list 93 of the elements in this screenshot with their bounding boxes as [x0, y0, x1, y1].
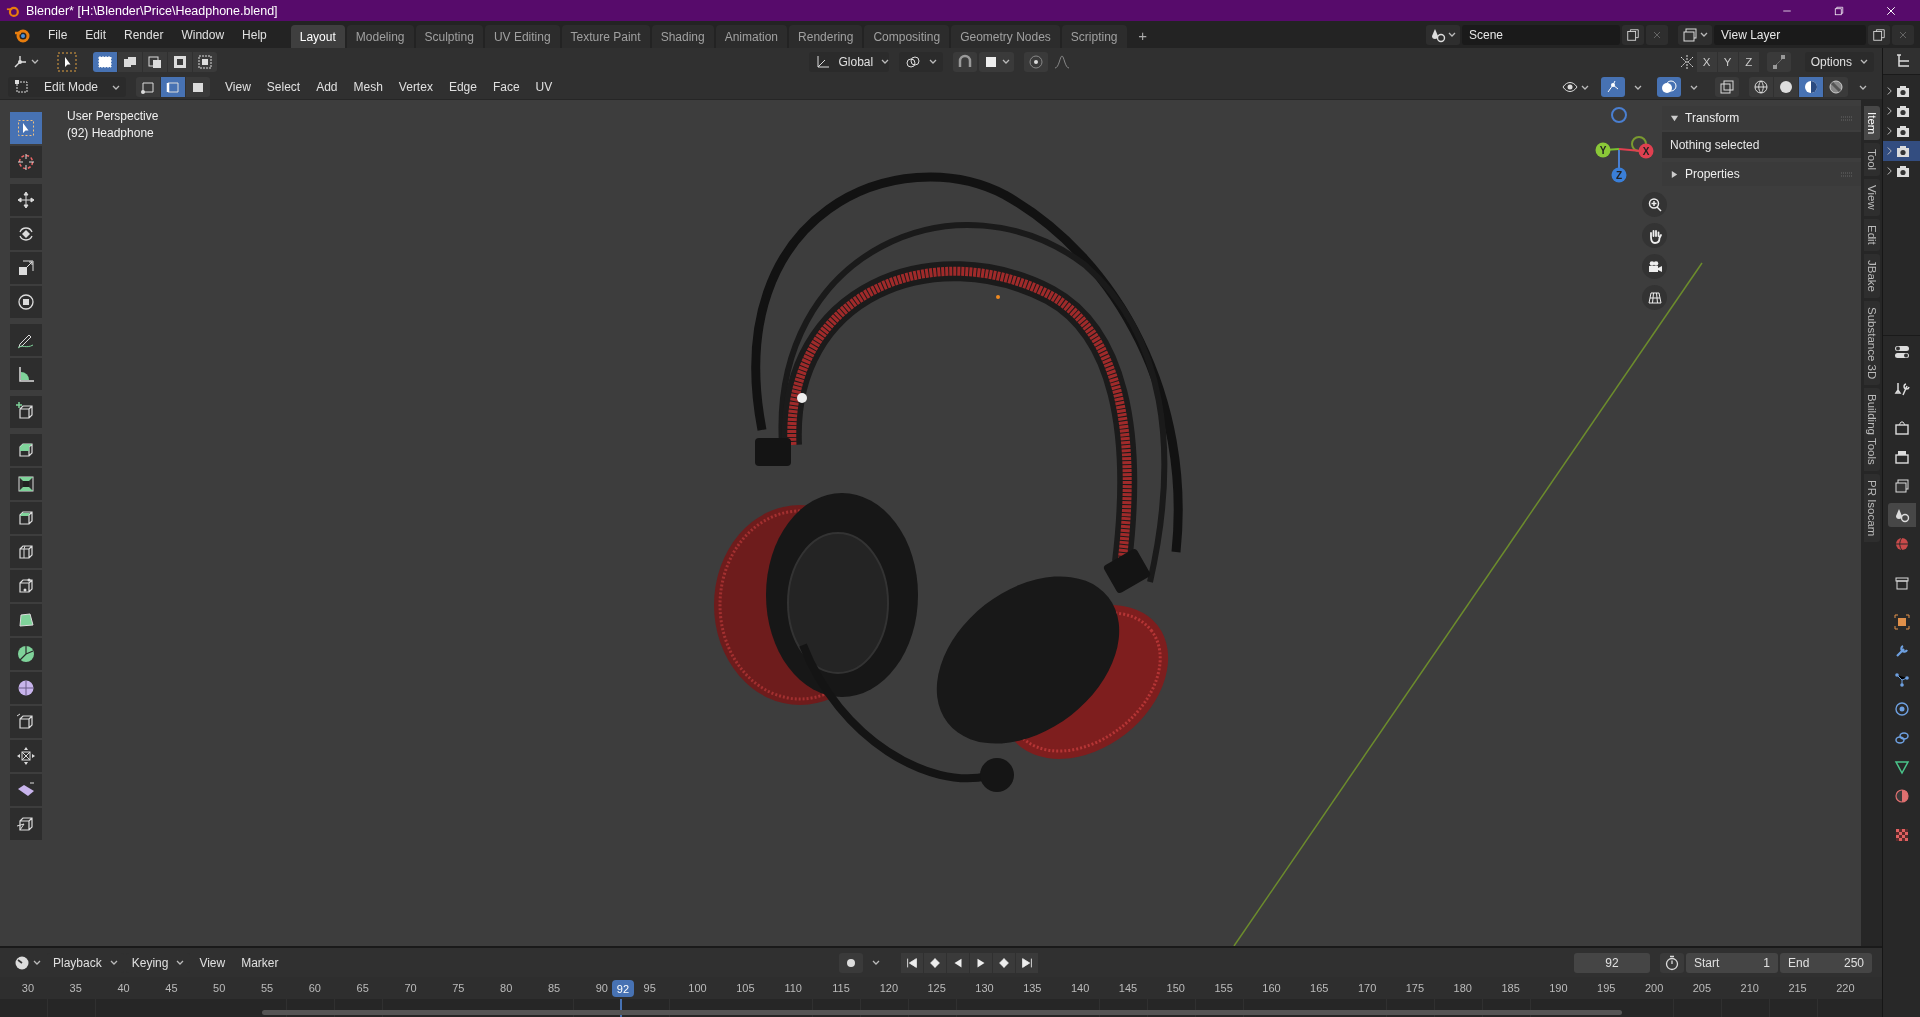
window-title: Blender* [H:\Blender\Price\Headphone.blend] — [26, 3, 278, 18]
frame-number: 135 — [1023, 982, 1042, 994]
frame-number: 215 — [1788, 982, 1807, 994]
mirror-axis-toggle[interactable]: Z — [1738, 51, 1759, 72]
sidebar-tab[interactable]: View — [1863, 179, 1880, 217]
menu-item[interactable]: UV — [528, 77, 560, 97]
frame-number: 145 — [1118, 982, 1138, 994]
frame-number: 165 — [1310, 982, 1329, 994]
sidebar-tab[interactable]: Item — [1863, 106, 1880, 141]
frame-number: 140 — [1070, 982, 1090, 994]
frame-number: 205 — [1692, 982, 1712, 994]
frame-number: 115 — [832, 982, 850, 994]
workspace-tab[interactable]: Animation — [715, 25, 788, 48]
current-frame-field[interactable]: 92 — [1574, 952, 1650, 973]
frame-number: 130 — [975, 982, 994, 994]
frame-number: 190 — [1549, 982, 1568, 994]
scene-field[interactable]: Scene — [1462, 24, 1620, 45]
workspace-tab[interactable]: Compositing — [864, 25, 950, 48]
frame-number: 95 — [643, 982, 656, 994]
frame-number: 200 — [1644, 982, 1664, 994]
menu-item[interactable]: File — [40, 23, 76, 46]
timeline-menu[interactable]: View — [192, 952, 233, 973]
menu-item[interactable]: Vertex — [391, 77, 440, 97]
menu-item[interactable]: Mesh — [346, 77, 390, 97]
viewport-info-text: (92) Headphone — [67, 125, 155, 142]
frame-number: 185 — [1501, 982, 1520, 994]
mirror-axis-toggle[interactable]: X — [1696, 51, 1717, 72]
options-dropdown[interactable]: Options — [1804, 51, 1874, 72]
workspace-tab[interactable]: Modeling — [346, 25, 414, 48]
frame-number: 120 — [879, 982, 898, 994]
frame-number: 65 — [356, 982, 369, 994]
frame-number: 170 — [1357, 982, 1377, 994]
frame-number: 80 — [500, 982, 513, 994]
menu-item[interactable]: Edge — [441, 77, 484, 97]
frame-number: 90 — [595, 982, 608, 994]
axis-label: X — [1642, 146, 1650, 157]
timeline-menu[interactable]: Marker — [234, 952, 286, 973]
frame-number: 175 — [1405, 982, 1425, 994]
frame-number: 105 — [736, 982, 755, 994]
mirror-axis-toggle[interactable]: Y — [1717, 51, 1738, 72]
frame-number: 55 — [260, 982, 274, 994]
workspace-tab[interactable]: Rendering — [789, 25, 863, 48]
frame-number: 70 — [404, 982, 417, 994]
frame-number: 75 — [452, 982, 465, 994]
frame-number: 155 — [1214, 982, 1233, 994]
sidebar-tab[interactable]: Tool — [1863, 143, 1880, 177]
axis-label: Z — [1615, 170, 1623, 181]
frame-number: 45 — [165, 982, 178, 994]
frame-number: 195 — [1597, 982, 1616, 994]
start-frame-field[interactable]: Start 1 — [1686, 952, 1778, 973]
menu-item[interactable]: Help — [234, 23, 275, 46]
workspace-tab[interactable]: Texture Paint — [561, 25, 650, 48]
workspace-tab[interactable]: Geometry Nodes — [951, 25, 1060, 48]
frame-number: 100 — [688, 982, 707, 994]
viewport-info-text: User Perspective — [67, 108, 159, 125]
menu-item[interactable]: Window — [173, 23, 233, 46]
frame-number: 180 — [1453, 982, 1472, 994]
end-frame-field[interactable]: End 250 — [1780, 952, 1872, 973]
menu-item[interactable]: View — [218, 77, 258, 97]
axis-label: Y — [1599, 145, 1607, 156]
workspace-tab[interactable]: Shading — [651, 25, 714, 48]
mode-dropdown[interactable]: Edit Mode — [8, 77, 126, 97]
sidebar-tab[interactable]: JBake — [1863, 254, 1880, 298]
frame-number: 60 — [308, 982, 321, 994]
menu-item[interactable]: Render — [116, 23, 172, 46]
sidebar-tab[interactable]: Edit — [1863, 219, 1880, 252]
frame-number: 85 — [547, 982, 561, 994]
frame-number: 35 — [69, 982, 82, 994]
frame-number: 220 — [1836, 982, 1855, 994]
panel-text: Nothing selected — [1670, 138, 1760, 152]
playhead-frame[interactable]: 92 — [612, 980, 634, 997]
sidebar-tab[interactable]: PR Isocam — [1863, 474, 1880, 543]
frame-number: 210 — [1740, 982, 1759, 994]
sidebar-tab[interactable]: Substance 3D — [1863, 301, 1880, 386]
view-layer-field[interactable]: View Layer — [1714, 24, 1866, 45]
workspace-tab[interactable]: Layout — [290, 25, 345, 48]
add-workspace-button[interactable]: + — [1132, 25, 1153, 45]
frame-number: 160 — [1262, 982, 1281, 994]
menu-item[interactable]: Select — [259, 77, 308, 97]
sidebar-tab[interactable]: Building Tools — [1863, 388, 1880, 471]
frame-number: 50 — [213, 982, 226, 994]
menu-item[interactable]: Face — [485, 77, 527, 97]
frame-number: 30 — [21, 982, 35, 994]
frame-number: 150 — [1166, 982, 1185, 994]
orientation-dropdown[interactable]: Global — [808, 51, 889, 72]
workspace-tab[interactable]: Sculpting — [415, 25, 483, 48]
menu-item[interactable]: Add — [309, 77, 345, 97]
menu-item[interactable]: Edit — [77, 23, 115, 46]
frame-number: 110 — [784, 982, 802, 994]
frame-number: 125 — [927, 982, 946, 994]
frame-number: 40 — [117, 982, 130, 994]
workspace-tab[interactable]: Scripting — [1061, 25, 1127, 48]
workspace-tab[interactable]: UV Editing — [484, 25, 560, 48]
